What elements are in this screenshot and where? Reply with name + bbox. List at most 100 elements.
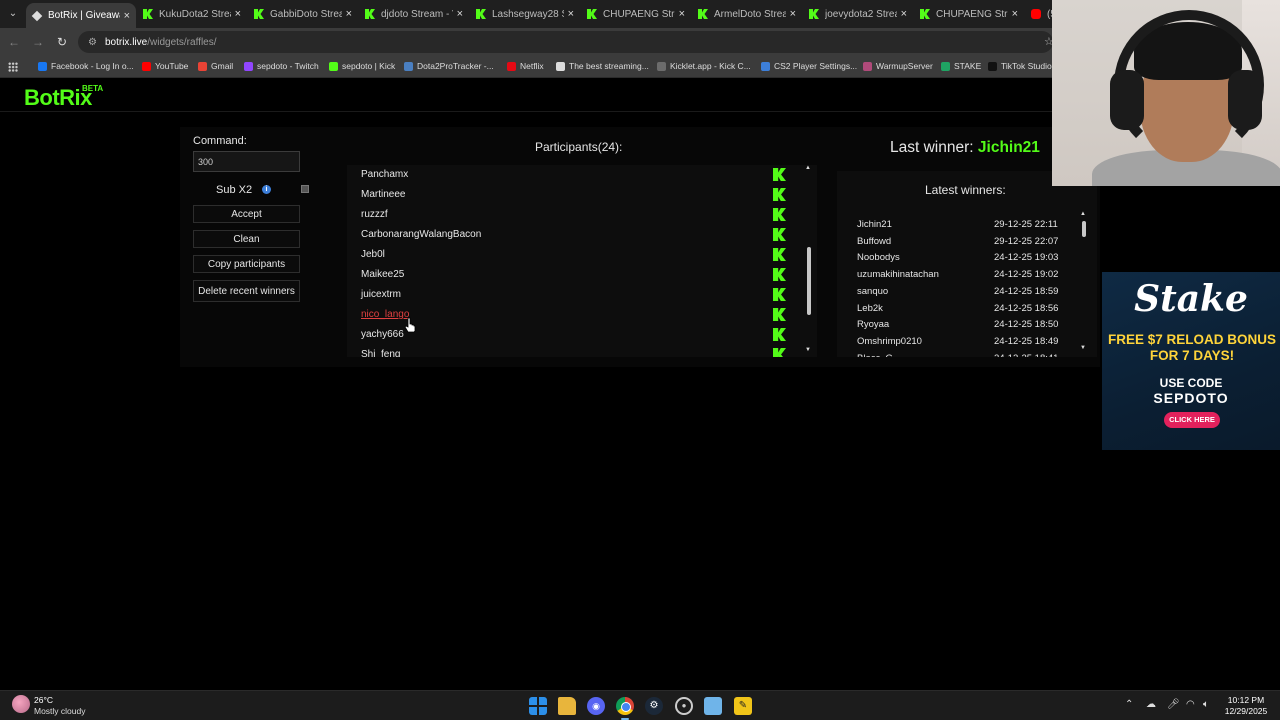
tab-close-icon[interactable]: × [901,8,907,20]
app-icon[interactable]: ✎ [734,697,752,715]
bookmark-item[interactable]: Netflix [507,61,544,71]
bookmark-item[interactable]: YouTube [142,61,188,71]
volume-icon[interactable]: 🔈︎ [1203,699,1209,710]
kick-platform-icon [773,248,786,261]
site-info-icon[interactable]: ⚙ [88,37,97,48]
browser-tab[interactable]: Lashsegway28 St × [470,3,580,25]
back-arrow-icon[interactable]: ← [6,34,22,50]
stake-ad-banner[interactable]: Stake FREE $7 RELOAD BONUS FOR 7 DAYS! U… [1102,272,1280,450]
sub-x2-checkbox[interactable] [301,185,309,193]
tab-search-chevron-icon[interactable]: ⌄ [4,5,22,23]
bookmark-item[interactable]: Facebook - Log In o... [38,61,134,71]
bookmark-item[interactable]: STAKE [941,61,981,71]
scroll-down-arrow-icon[interactable]: ▼ [1080,345,1086,351]
weather-temperature[interactable]: 26°C [34,695,53,705]
bookmark-item[interactable]: Kicklet.app - Kick C... [657,61,751,71]
participant-name[interactable]: yachy666 [361,329,404,340]
participant-name[interactable]: Martineee [361,189,405,200]
winner-date: 24-12-25 18:41 [994,353,1058,357]
weather-description[interactable]: Mostly cloudy [34,706,86,716]
tab-close-icon[interactable]: × [568,8,574,20]
tab-close-icon[interactable]: × [235,8,241,20]
participant-row[interactable]: Panchamx [347,165,792,185]
clock-time[interactable]: 10:12 PM [1222,695,1270,705]
weather-icon[interactable] [12,695,30,713]
browser-tab[interactable]: djdoto Stream - V × [359,3,469,25]
participant-name[interactable]: nico_lango [361,309,409,320]
participant-name[interactable]: Panchamx [361,169,408,180]
copy-participants-button[interactable]: Copy participants [193,255,300,273]
browser-tab[interactable]: GabbiDoto Stream × [248,3,358,25]
browser-tab[interactable]: BotRix | Giveaway × [26,3,136,28]
latest-winners-box[interactable]: Latest winners: Jichin21 29-12-25 22:11 Bu… [837,171,1097,357]
reload-icon[interactable]: ↻ [54,34,70,50]
stake-click-here-button[interactable]: CLICK HERE [1164,412,1220,428]
address-bar[interactable]: ⚙ botrix.live/widgets/raffles/ [78,31,1053,53]
participant-row[interactable]: CarbonarangWalangBacon [347,225,792,245]
bookmark-item[interactable]: WarmupServer [863,61,933,71]
windows-start-icon[interactable] [529,697,547,715]
bookmark-item[interactable]: TikTok Studio [988,61,1052,71]
bookmark-item[interactable]: The best streaming... [556,61,649,71]
participant-name[interactable]: ruzzzf [361,209,388,220]
accept-button[interactable]: Accept [193,205,300,223]
winner-row: Ryoyaa 24-12-25 18:50 [857,319,1067,335]
participants-scrollbar[interactable]: ▲ ▼ [804,165,814,357]
kick-platform-icon [773,268,786,281]
participant-row[interactable]: ruzzzf [347,205,792,225]
participant-name[interactable]: juicextrm [361,289,401,300]
clock-date[interactable]: 12/29/2025 [1222,706,1270,716]
browser-tab[interactable]: CHUPAENG Strea × [581,3,691,25]
kick-icon [365,9,375,19]
bookmark-label: Facebook - Log In o... [51,61,134,71]
participant-row[interactable]: Shi_feng [347,345,792,357]
steam-icon[interactable]: ⚙ [645,697,663,715]
participants-scroll-thumb[interactable] [807,247,811,315]
forward-arrow-icon[interactable]: → [30,34,46,50]
bookmark-item[interactable]: CS2 Player Settings... [761,61,857,71]
wifi-icon[interactable]: ◠ [1186,699,1195,710]
participant-row[interactable]: juicextrm [347,285,792,305]
bookmark-item[interactable]: Gmail [198,61,233,71]
clean-button[interactable]: Clean [193,230,300,248]
browser-tab[interactable]: KukuDota2 Stream × [137,3,247,25]
bookmark-item[interactable]: Dota2ProTracker -... [404,61,494,71]
info-icon[interactable]: i [262,185,271,194]
tab-close-icon[interactable]: × [679,8,685,20]
chrome-icon[interactable] [616,697,634,715]
bookmark-item[interactable]: sepdoto - Twitch [244,61,319,71]
participant-name[interactable]: Jeb0l [361,249,385,260]
kick-icon [254,9,264,19]
obs-icon[interactable]: ● [675,697,693,715]
browser-tab[interactable]: ArmelDoto Strea × [692,3,802,25]
tab-close-icon[interactable]: × [346,8,352,20]
participant-name[interactable]: Maikee25 [361,269,404,280]
apps-grid-icon[interactable] [8,62,18,72]
participant-row[interactable]: Maikee25 [347,265,792,285]
microphone-icon[interactable]: 🎤︎ [1167,699,1180,710]
tray-app-icon[interactable]: ☁ [1146,699,1156,710]
delete-recent-winners-button[interactable]: Delete recent winners [193,280,300,302]
bookmark-item[interactable]: sepdoto | Kick [329,61,395,71]
winners-scroll-thumb[interactable] [1082,221,1086,237]
scroll-up-arrow-icon[interactable]: ▲ [805,165,811,171]
scroll-up-arrow-icon[interactable]: ▲ [1080,211,1086,217]
browser-tab[interactable]: joevydota2 Strea × [803,3,913,25]
notepad-icon[interactable] [704,697,722,715]
file-explorer-icon[interactable] [558,697,576,715]
tab-close-icon[interactable]: × [457,8,463,20]
command-input[interactable] [193,151,300,172]
participants-list[interactable]: Panchamx Martineee ruzzzf CarbonarangWalang… [347,165,817,357]
tab-close-icon[interactable]: × [790,8,796,20]
tab-close-icon[interactable]: × [1012,8,1018,20]
participant-row[interactable]: Martineee [347,185,792,205]
participant-row[interactable]: Jeb0l [347,245,792,265]
browser-tab[interactable]: CHUPAENG Strea × [914,3,1024,25]
discord-icon[interactable]: ◉ [587,697,605,715]
tab-close-icon[interactable]: × [124,10,130,22]
participant-name[interactable]: CarbonarangWalangBacon [361,229,481,240]
participant-name[interactable]: Shi_feng [361,349,400,357]
scroll-down-arrow-icon[interactable]: ▼ [805,347,811,353]
tray-chevron-up-icon[interactable]: ⌃ [1125,699,1133,710]
bookmark-favicon-icon [142,61,151,71]
